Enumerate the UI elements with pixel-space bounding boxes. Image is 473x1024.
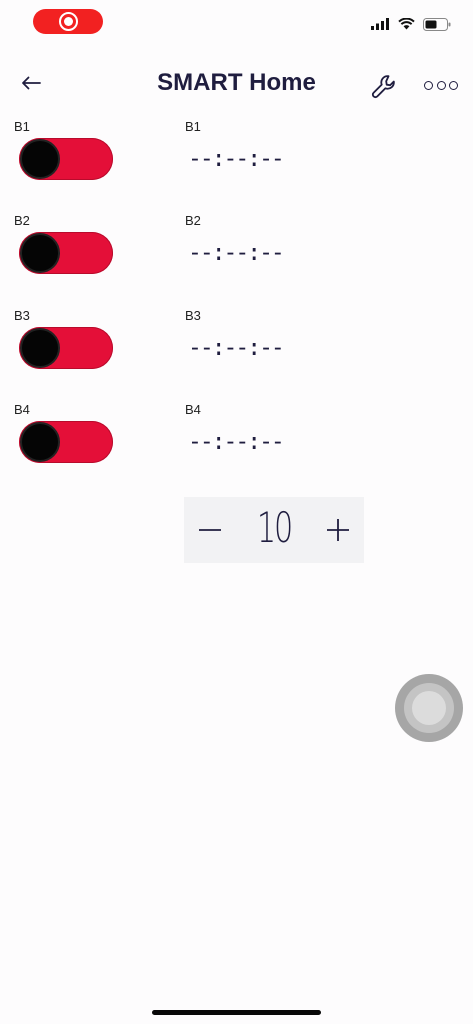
more-icon-dot — [449, 80, 458, 90]
cellular-signal-icon — [371, 18, 389, 30]
back-button[interactable] — [14, 66, 48, 100]
switch-label-b1: B1 — [14, 119, 30, 134]
timer-label-b1: B1 — [185, 119, 201, 134]
assistive-touch-core — [412, 691, 446, 725]
wifi-icon — [398, 18, 415, 30]
timer-value-b2: --:--:-- — [188, 240, 285, 266]
switch-knob — [20, 139, 60, 179]
timer-value-b4: --:--:-- — [188, 429, 285, 455]
switch-knob — [20, 328, 60, 368]
screen-recording-indicator[interactable] — [33, 9, 103, 34]
switch-b2[interactable] — [19, 232, 113, 274]
timer-value-b3: --:--:-- — [188, 335, 285, 361]
timer-label-b2: B2 — [185, 213, 201, 228]
assistive-touch-button[interactable] — [395, 674, 463, 742]
battery-icon — [423, 17, 451, 31]
more-icon-dot — [436, 80, 446, 90]
switch-knob — [20, 422, 60, 462]
back-arrow-icon — [22, 76, 41, 90]
switch-b1[interactable] — [19, 138, 113, 180]
more-options-button[interactable] — [424, 75, 458, 95]
switch-label-b3: B3 — [14, 308, 30, 323]
wrench-icon[interactable] — [367, 69, 399, 101]
switch-b4[interactable] — [19, 421, 113, 463]
status-bar-icons — [371, 16, 451, 32]
switch-knob — [20, 233, 60, 273]
plus-icon — [327, 519, 349, 541]
record-icon — [59, 12, 78, 31]
stepper-increment-button[interactable] — [318, 510, 358, 550]
timer-label-b3: B3 — [185, 308, 201, 323]
more-icon-dot — [424, 80, 433, 90]
switch-b3[interactable] — [19, 327, 113, 369]
page-title: SMART Home — [157, 69, 316, 96]
timer-value-b1: --:--:-- — [188, 146, 285, 172]
timer-label-b4: B4 — [185, 402, 201, 417]
switch-label-b2: B2 — [14, 213, 30, 228]
switch-label-b4: B4 — [14, 402, 30, 417]
home-indicator[interactable] — [152, 1010, 321, 1015]
